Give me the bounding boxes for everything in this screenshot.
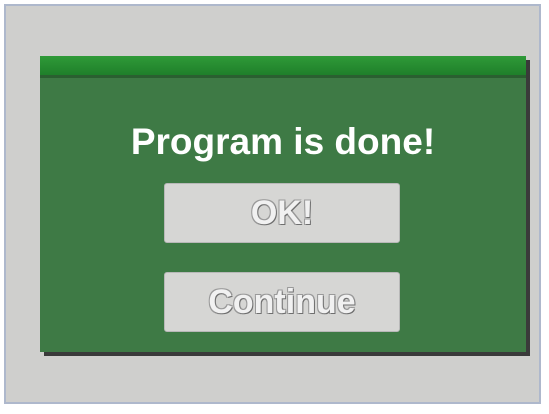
dialog-title-bar [40, 56, 526, 78]
program-done-dialog: Program is done! OK! Continue [40, 56, 526, 352]
dialog-message: Program is done! [130, 121, 436, 162]
screen-background: Program is done! OK! Continue [4, 4, 541, 404]
ok-button[interactable]: OK! [164, 183, 400, 243]
continue-button[interactable]: Continue [164, 272, 400, 332]
